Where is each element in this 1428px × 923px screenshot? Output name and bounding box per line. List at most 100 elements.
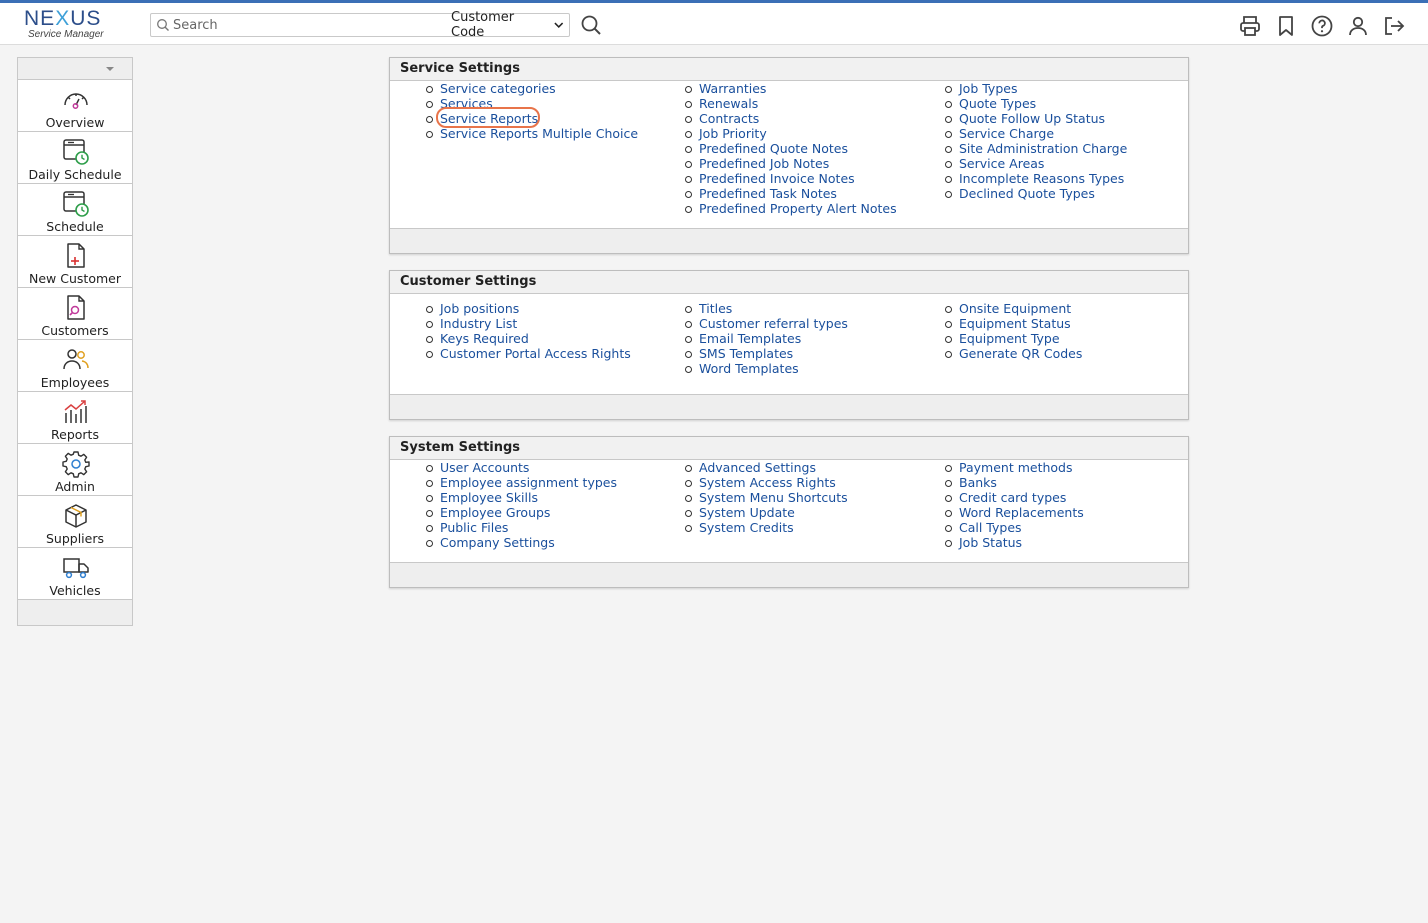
settings-column: Service categories Services Service Repo…	[390, 81, 645, 141]
link-predefined-property-alert-notes[interactable]: Predefined Property Alert Notes	[649, 201, 904, 216]
link-call-types[interactable]: Call Types	[909, 520, 1164, 535]
sidebar-item-employees[interactable]: Employees	[18, 340, 132, 392]
sidebar-item-daily-schedule[interactable]: Daily Schedule	[18, 132, 132, 184]
link-generate-qr-codes[interactable]: Generate QR Codes	[909, 346, 1164, 361]
settings-column: Job positions Industry List Keys Require…	[390, 301, 645, 361]
link-predefined-quote-notes[interactable]: Predefined Quote Notes	[649, 141, 904, 156]
link-job-priority[interactable]: Job Priority	[649, 126, 904, 141]
link-renewals[interactable]: Renewals	[649, 96, 904, 111]
sidebar-item-label: Customers	[41, 323, 109, 338]
link-service-areas[interactable]: Service Areas	[909, 156, 1164, 171]
sidebar-item-admin[interactable]: Admin	[18, 444, 132, 496]
settings-list: Job Types Quote Types Quote Follow Up St…	[909, 81, 1164, 201]
link-service-reports-multiple-choice[interactable]: Service Reports Multiple Choice	[390, 126, 645, 141]
help-icon[interactable]	[1310, 14, 1334, 38]
link-declined-quote-types[interactable]: Declined Quote Types	[909, 186, 1164, 201]
link-job-status[interactable]: Job Status	[909, 535, 1164, 550]
search-type-select[interactable]: Customer Code	[451, 10, 567, 40]
sidebar-item-schedule[interactable]: Schedule	[18, 184, 132, 236]
link-job-types[interactable]: Job Types	[909, 81, 1164, 96]
settings-list: Warranties Renewals Contracts Job Priori…	[649, 81, 904, 216]
link-system-credits[interactable]: System Credits	[649, 520, 904, 535]
sidebar-item-customers[interactable]: Customers	[18, 288, 132, 340]
bookmark-icon[interactable]	[1274, 14, 1298, 38]
link-customer-portal-access-rights[interactable]: Customer Portal Access Rights	[390, 346, 645, 361]
calendar-clock-icon	[63, 191, 89, 217]
logout-icon[interactable]	[1382, 14, 1406, 38]
link-equipment-status[interactable]: Equipment Status	[909, 316, 1164, 331]
link-advanced-settings[interactable]: Advanced Settings	[649, 460, 904, 475]
link-service-charge[interactable]: Service Charge	[909, 126, 1164, 141]
link-services[interactable]: Services	[390, 96, 645, 111]
link-quote-follow-up-status[interactable]: Quote Follow Up Status	[909, 111, 1164, 126]
link-employee-groups[interactable]: Employee Groups	[390, 505, 645, 520]
chart-icon	[64, 400, 87, 423]
sidebar-item-suppliers[interactable]: Suppliers	[18, 496, 132, 548]
search-document-icon	[67, 295, 85, 320]
settings-list: Advanced Settings System Access Rights S…	[649, 460, 904, 535]
link-word-replacements[interactable]: Word Replacements	[909, 505, 1164, 520]
link-incomplete-reasons-types[interactable]: Incomplete Reasons Types	[909, 171, 1164, 186]
settings-column: Payment methods Banks Credit card types …	[909, 460, 1164, 550]
logo-wordmark: NEXUS	[24, 7, 102, 30]
link-company-settings[interactable]: Company Settings	[390, 535, 645, 550]
sidebar-item-label: Daily Schedule	[28, 167, 122, 182]
sidebar-item-overview[interactable]: Overview	[18, 80, 132, 132]
sidebar-item-label: New Customer	[29, 271, 121, 286]
link-service-categories[interactable]: Service categories	[390, 81, 645, 96]
calendar-clock-icon	[63, 139, 89, 165]
sidebar-item-vehicles[interactable]: Vehicles	[18, 548, 132, 600]
gear-icon	[62, 451, 90, 478]
link-predefined-invoice-notes[interactable]: Predefined Invoice Notes	[649, 171, 904, 186]
add-document-icon	[67, 243, 85, 268]
link-onsite-equipment[interactable]: Onsite Equipment	[909, 301, 1164, 316]
service-settings-panel: Service Settings Service categories Serv…	[389, 57, 1189, 254]
print-icon[interactable]	[1238, 14, 1262, 38]
link-system-update[interactable]: System Update	[649, 505, 904, 520]
search-input[interactable]	[173, 16, 443, 34]
sidebar-item-reports[interactable]: Reports	[18, 392, 132, 444]
link-job-positions[interactable]: Job positions	[390, 301, 645, 316]
panel-title: Service Settings	[390, 58, 1188, 81]
settings-list: Titles Customer referral types Email Tem…	[649, 301, 904, 376]
panel-footer	[390, 394, 1188, 419]
settings-column: User Accounts Employee assignment types …	[390, 460, 645, 550]
link-system-menu-shortcuts[interactable]: System Menu Shortcuts	[649, 490, 904, 505]
link-warranties[interactable]: Warranties	[649, 81, 904, 96]
sidebar-item-label: Schedule	[46, 219, 104, 234]
link-employee-skills[interactable]: Employee Skills	[390, 490, 645, 505]
link-public-files[interactable]: Public Files	[390, 520, 645, 535]
link-predefined-task-notes[interactable]: Predefined Task Notes	[649, 186, 904, 201]
settings-column: Job Types Quote Types Quote Follow Up St…	[909, 81, 1164, 201]
link-user-accounts[interactable]: User Accounts	[390, 460, 645, 475]
sidebar-nav: Overview Daily Schedule Schedule New Cus…	[17, 57, 133, 626]
link-system-access-rights[interactable]: System Access Rights	[649, 475, 904, 490]
sidebar-item-new-customer[interactable]: New Customer	[18, 236, 132, 288]
search-button[interactable]	[580, 14, 602, 36]
link-email-templates[interactable]: Email Templates	[649, 331, 904, 346]
link-credit-card-types[interactable]: Credit card types	[909, 490, 1164, 505]
toolbar-icons	[1238, 14, 1406, 38]
link-contracts[interactable]: Contracts	[649, 111, 904, 126]
link-employee-assignment-types[interactable]: Employee assignment types	[390, 475, 645, 490]
link-customer-referral-types[interactable]: Customer referral types	[649, 316, 904, 331]
link-word-templates[interactable]: Word Templates	[649, 361, 904, 376]
settings-list: Job positions Industry List Keys Require…	[390, 301, 645, 361]
sidebar-item-label: Reports	[51, 427, 99, 442]
link-equipment-type[interactable]: Equipment Type	[909, 331, 1164, 346]
logo-subtitle: Service Manager	[28, 29, 104, 40]
nexus-logo[interactable]: NEXUS Service Manager	[24, 8, 124, 44]
link-banks[interactable]: Banks	[909, 475, 1164, 490]
link-predefined-job-notes[interactable]: Predefined Job Notes	[649, 156, 904, 171]
link-quote-types[interactable]: Quote Types	[909, 96, 1164, 111]
link-service-reports[interactable]: Service Reports	[390, 111, 645, 126]
sidebar-footer	[18, 600, 132, 625]
user-icon[interactable]	[1346, 14, 1370, 38]
link-sms-templates[interactable]: SMS Templates	[649, 346, 904, 361]
link-payment-methods[interactable]: Payment methods	[909, 460, 1164, 475]
link-keys-required[interactable]: Keys Required	[390, 331, 645, 346]
link-site-administration-charge[interactable]: Site Administration Charge	[909, 141, 1164, 156]
sidebar-collapse-toggle[interactable]	[18, 58, 132, 80]
link-industry-list[interactable]: Industry List	[390, 316, 645, 331]
link-titles[interactable]: Titles	[649, 301, 904, 316]
